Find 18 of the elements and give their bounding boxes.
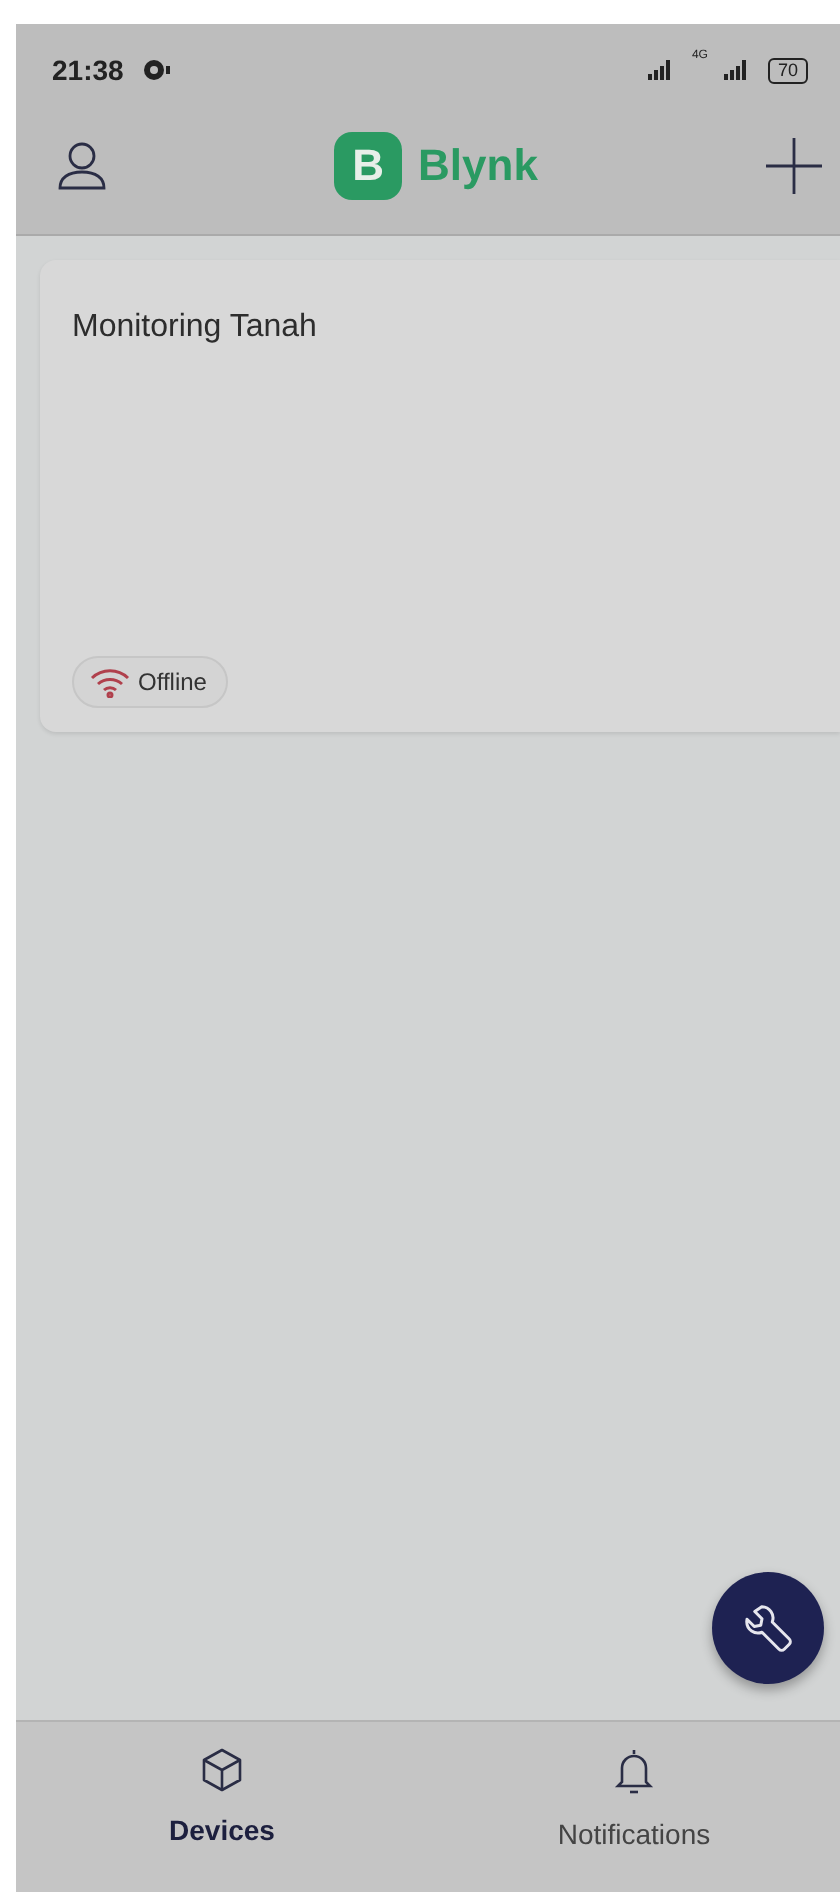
signal-icon	[647, 60, 676, 80]
device-name: Monitoring Tanah	[72, 308, 319, 348]
notification-icon	[139, 56, 172, 84]
logo-icon: B	[334, 131, 403, 199]
settings-button[interactable]	[712, 1572, 824, 1684]
battery-text: 70	[767, 57, 808, 83]
app-title: Blynk	[418, 138, 538, 194]
cube-icon	[198, 1746, 246, 1794]
signal-icon	[723, 60, 752, 80]
wifi-icon	[90, 666, 130, 698]
device-card[interactable]: Monitoring Tanah Offline	[40, 260, 840, 732]
nav-tab[interactable]: Devices	[16, 1722, 428, 1892]
bell-icon	[610, 1746, 658, 1798]
clock-text: 21:38	[52, 51, 124, 89]
add-button[interactable]	[763, 135, 824, 195]
status-text: Offline	[138, 666, 207, 700]
profile-button[interactable]	[56, 139, 108, 191]
nav-tab[interactable]: Notifications	[428, 1722, 840, 1892]
